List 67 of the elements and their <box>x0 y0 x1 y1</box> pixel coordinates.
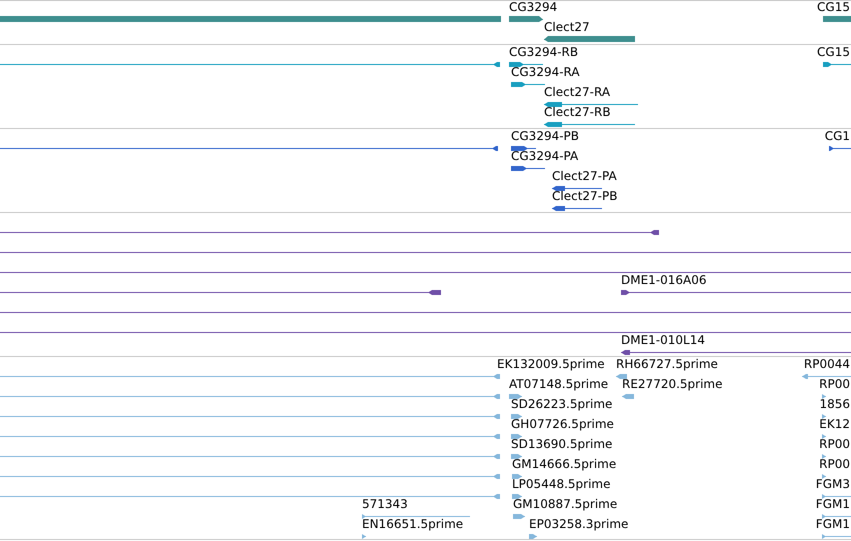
protein-glyph <box>552 206 602 211</box>
transcript-glyph <box>511 82 545 87</box>
feature-label: Clect27-PA <box>552 169 617 183</box>
feature-label: RE27720.5prime <box>622 377 722 391</box>
feature-label: EK132009.5prime <box>497 357 605 371</box>
est-glyph <box>822 474 826 479</box>
feature-label: CG3294-PB <box>511 129 580 143</box>
feature-label: Clect27-RA <box>544 85 610 99</box>
feature-label: RH66727.5prime <box>616 357 718 371</box>
feature-label: RP0044 <box>804 357 850 371</box>
transcript-glyph <box>823 62 851 67</box>
est-glyph <box>511 454 522 459</box>
feature-label: Clect27-RB <box>544 105 611 119</box>
feature-label: DME1-010L14 <box>621 333 705 347</box>
feature-label: SD26223.5prime <box>511 397 612 411</box>
feature-label: RP00 <box>819 457 850 471</box>
feature-label: DME1-016A06 <box>621 273 707 287</box>
feature-label: AT07148.5prime <box>509 377 608 391</box>
est-glyph <box>616 374 627 379</box>
est-glyph <box>822 454 826 459</box>
est-glyph <box>822 534 851 539</box>
feature-label: EK12 <box>819 417 850 431</box>
feature-label: 1856 <box>819 397 850 411</box>
protein-glyph <box>511 166 545 171</box>
feature-label: CG3294-PA <box>511 149 578 163</box>
est-glyph <box>509 394 522 399</box>
feature-label: FGM3 <box>816 477 850 491</box>
feature-label: Clect27 <box>544 20 590 34</box>
protein-glyph <box>829 146 851 151</box>
est-glyph <box>511 434 522 439</box>
est-glyph <box>362 534 366 539</box>
transcript-glyph <box>509 62 543 67</box>
protein-glyph <box>552 186 602 191</box>
feature-label: CG15 <box>817 45 850 59</box>
feature-label: CG15 <box>817 0 850 14</box>
feature-label: SD13690.5prime <box>511 437 612 451</box>
est-glyph <box>822 494 851 499</box>
est-glyph <box>822 394 826 399</box>
gene-glyph <box>509 16 543 22</box>
est-glyph <box>822 434 826 439</box>
feature-label: CG3294 <box>509 0 558 14</box>
est-glyph <box>512 494 522 499</box>
gene-glyph <box>823 16 851 22</box>
est-glyph <box>822 514 851 519</box>
feature-label: FGM1 <box>816 497 850 511</box>
est-glyph <box>511 414 522 419</box>
feature-label: CG1 <box>824 129 850 143</box>
feature-label: RP00 <box>819 437 850 451</box>
feature-label: GM14666.5prime <box>512 457 616 471</box>
est-glyph <box>822 414 826 419</box>
feature-label: FGM1 <box>816 517 850 531</box>
est-glyph <box>513 514 525 519</box>
feature-label: EP03258.3prime <box>529 517 628 531</box>
est-glyph <box>802 374 851 379</box>
feature-label: RP00 <box>819 377 850 391</box>
feature-label: CG3294-RA <box>511 65 580 79</box>
feature-label: LP05448.5prime <box>512 477 611 491</box>
est-glyph <box>622 394 634 399</box>
feature-label: EN16651.5prime <box>362 517 464 531</box>
feature-label: GH07726.5prime <box>511 417 614 431</box>
feature-label: CG3294-RB <box>509 45 578 59</box>
est-glyph <box>512 474 522 479</box>
protein-glyph <box>511 146 536 151</box>
feature-label: Clect27-PB <box>552 189 618 203</box>
feature-label: 571343 <box>362 497 408 511</box>
feature-label: GM10887.5prime <box>513 497 618 511</box>
est-glyph <box>529 534 537 539</box>
